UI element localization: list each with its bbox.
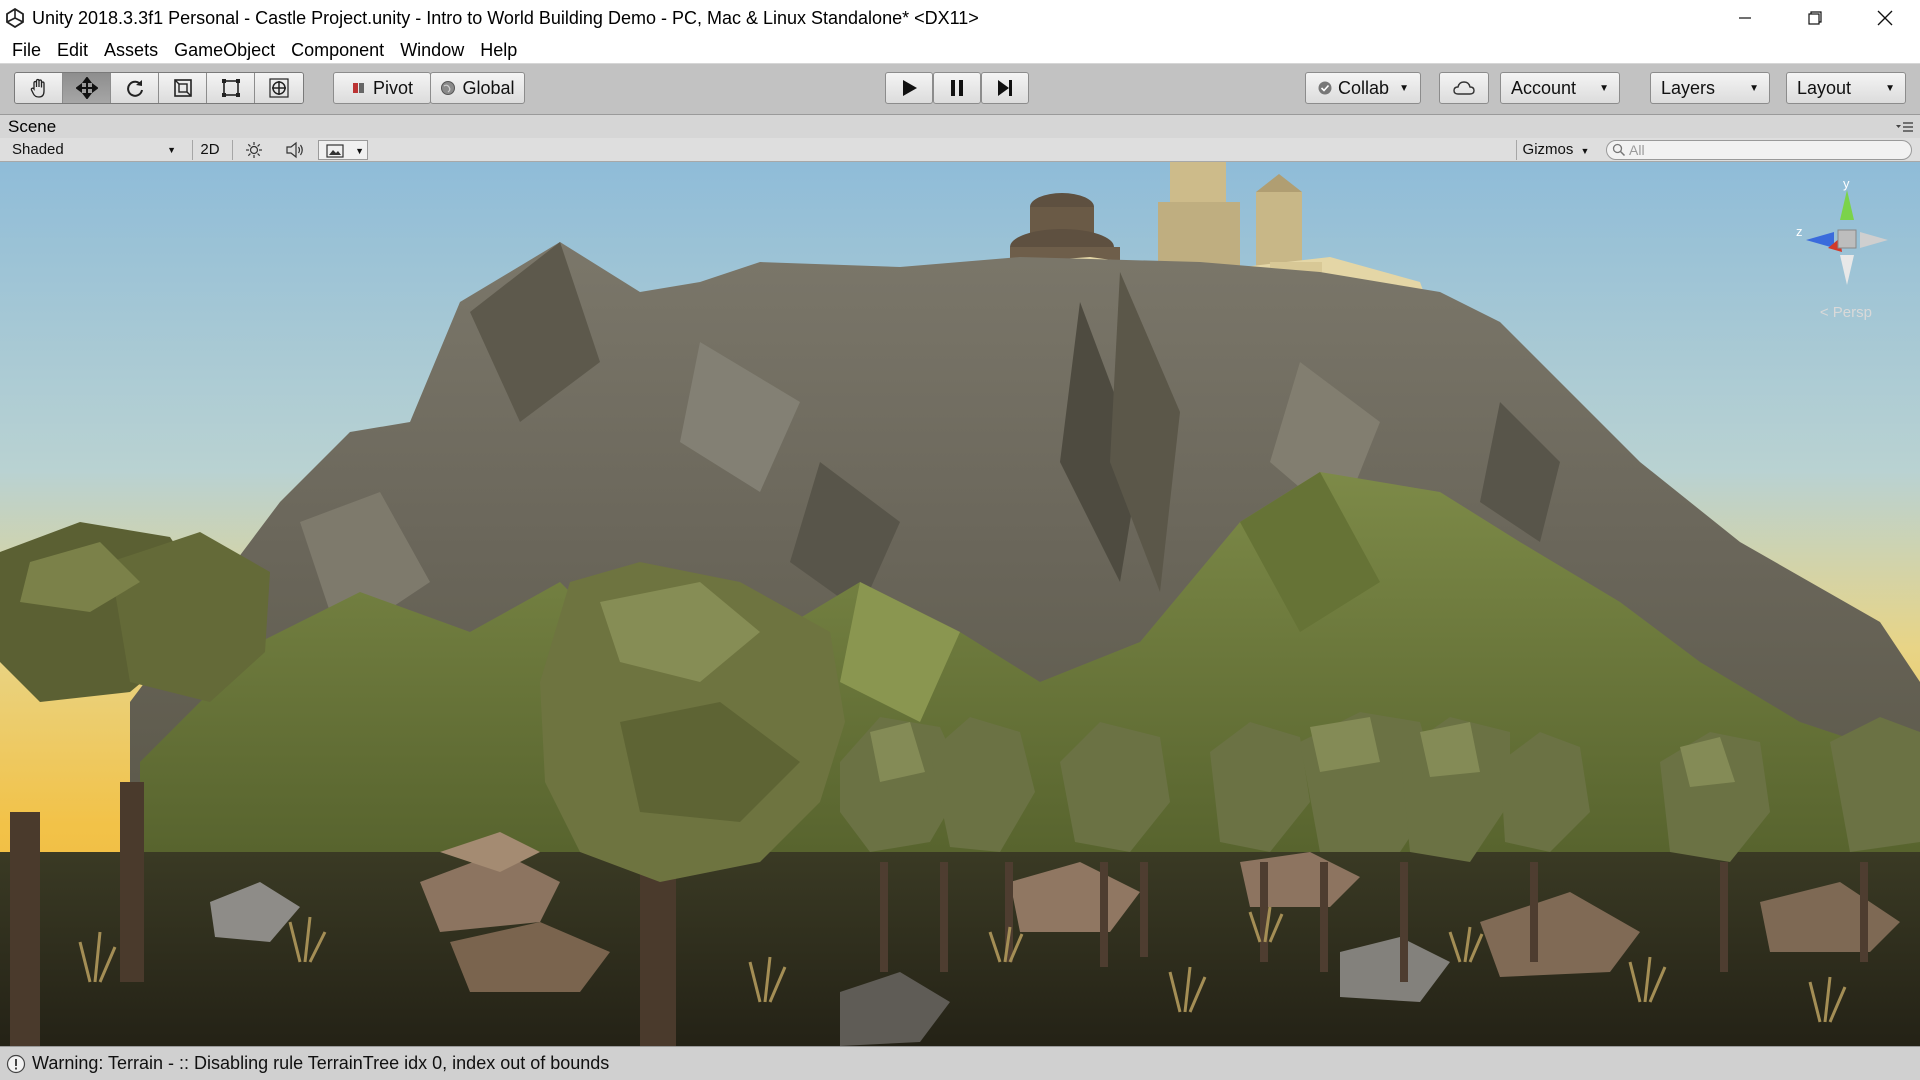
minimize-button[interactable] xyxy=(1710,0,1780,36)
orientation-gizmo[interactable]: y z xyxy=(1792,180,1902,300)
transform-tools xyxy=(14,72,304,104)
warning-icon xyxy=(6,1054,26,1073)
separator xyxy=(1516,140,1517,160)
menu-assets[interactable]: Assets xyxy=(96,36,166,64)
search-icon xyxy=(1612,143,1626,157)
layout-dropdown[interactable]: Layout ▼ xyxy=(1786,72,1906,104)
sun-icon xyxy=(246,142,262,158)
hierarchy-search-input[interactable]: All xyxy=(1606,140,1912,160)
menu-help[interactable]: Help xyxy=(472,36,525,64)
account-dropdown[interactable]: Account ▼ xyxy=(1500,72,1620,104)
step-icon xyxy=(998,80,1012,96)
global-label: Global xyxy=(462,77,515,98)
rect-tool-button[interactable] xyxy=(207,73,255,103)
cloud-button[interactable] xyxy=(1439,72,1489,104)
layout-label: Layout xyxy=(1797,77,1852,98)
speaker-icon xyxy=(286,141,303,159)
hand-tool-button[interactable] xyxy=(15,73,63,103)
rotate-icon xyxy=(126,80,143,97)
status-bar[interactable]: Warning: Terrain - :: Disabling rule Ter… xyxy=(0,1046,1920,1080)
scale-tool-button[interactable] xyxy=(159,73,207,103)
main-toolbar: Pivot Global Collab ▼ Account ▼ Layers ▼… xyxy=(0,64,1920,114)
scene-tab-bar: Scene xyxy=(0,114,1920,138)
search-placeholder: All xyxy=(1629,142,1645,158)
chevron-down-icon: ▼ xyxy=(1399,82,1409,94)
tab-scene[interactable]: Scene xyxy=(0,115,64,139)
pause-button[interactable] xyxy=(933,72,981,104)
chevron-down-icon: ▼ xyxy=(167,145,176,155)
chevron-down-icon: ▼ xyxy=(1749,82,1759,94)
cloud-icon xyxy=(1453,81,1475,95)
gizmos-dropdown[interactable]: Gizmos ▼ xyxy=(1520,140,1592,160)
layers-label: Layers xyxy=(1661,77,1716,98)
chevron-down-icon: ▼ xyxy=(1599,82,1609,94)
axis-z-label: z xyxy=(1796,224,1803,239)
step-button[interactable] xyxy=(981,72,1029,104)
menu-file[interactable]: File xyxy=(4,36,49,64)
ground xyxy=(0,852,1920,1046)
image-icon xyxy=(326,144,344,158)
separator xyxy=(232,140,233,160)
scene-toolbar: Shaded ▼ 2D ▼ Gizmos ▼ All xyxy=(0,138,1920,162)
menu-edit[interactable]: Edit xyxy=(49,36,96,64)
status-message: Warning: Terrain - :: Disabling rule Ter… xyxy=(32,1053,610,1073)
gizmos-label: Gizmos xyxy=(1522,141,1574,158)
layers-dropdown[interactable]: Layers ▼ xyxy=(1650,72,1770,104)
audio-toggle[interactable] xyxy=(282,140,308,160)
pivot-icon xyxy=(352,83,364,93)
pause-icon xyxy=(951,80,963,96)
close-icon xyxy=(1877,10,1893,26)
pivot-toggle-button[interactable]: Pivot xyxy=(333,72,431,104)
account-label: Account xyxy=(1511,77,1577,98)
window-title: Unity 2018.3.3f1 Personal - Castle Proje… xyxy=(32,7,979,28)
check-circle-icon xyxy=(1318,81,1332,95)
play-icon xyxy=(903,80,917,96)
menu-bar: File Edit Assets GameObject Component Wi… xyxy=(0,36,1920,64)
transform-icon xyxy=(269,78,289,98)
projection-label[interactable]: < Persp xyxy=(1820,304,1872,321)
close-button[interactable] xyxy=(1850,0,1920,36)
axis-y-label: y xyxy=(1843,180,1850,191)
pivot-label: Pivot xyxy=(372,77,414,98)
unity-logo-icon xyxy=(4,7,26,29)
play-button[interactable] xyxy=(885,72,933,104)
mode-2d-toggle[interactable]: 2D xyxy=(196,140,224,160)
restore-button[interactable] xyxy=(1780,0,1850,36)
scale-icon xyxy=(173,79,192,97)
rect-icon xyxy=(221,79,240,97)
effects-dropdown[interactable]: ▼ xyxy=(318,140,368,160)
lighting-toggle[interactable] xyxy=(242,140,266,160)
axis-gizmo-icon: y z xyxy=(1796,180,1888,285)
chevron-down-icon: ▼ xyxy=(355,146,364,156)
transform-tool-button[interactable] xyxy=(255,73,303,103)
panel-menu-icon[interactable] xyxy=(1896,120,1914,134)
scene-render xyxy=(0,162,1920,1046)
chevron-down-icon: ▼ xyxy=(1580,146,1590,156)
chevron-down-icon: ▼ xyxy=(1885,82,1895,94)
rotate-tool-button[interactable] xyxy=(111,73,159,103)
scene-viewport[interactable]: y z < Persp xyxy=(0,162,1920,1046)
collab-label: Collab xyxy=(1338,77,1390,98)
move-icon xyxy=(75,77,98,99)
shading-mode-label: Shaded xyxy=(12,141,64,158)
global-toggle-button[interactable]: Global xyxy=(430,72,525,104)
menu-window[interactable]: Window xyxy=(392,36,472,64)
move-tool-button[interactable] xyxy=(63,73,111,103)
menu-component[interactable]: Component xyxy=(283,36,392,64)
globe-icon xyxy=(441,81,456,95)
collab-dropdown[interactable]: Collab ▼ xyxy=(1305,72,1421,104)
title-bar: Unity 2018.3.3f1 Personal - Castle Proje… xyxy=(0,0,1920,36)
minimize-icon xyxy=(1739,17,1751,19)
separator xyxy=(192,140,193,160)
hand-icon xyxy=(30,78,45,98)
shading-mode-dropdown[interactable]: Shaded ▼ xyxy=(4,140,182,160)
restore-icon xyxy=(1808,11,1822,25)
menu-gameobject[interactable]: GameObject xyxy=(166,36,283,64)
